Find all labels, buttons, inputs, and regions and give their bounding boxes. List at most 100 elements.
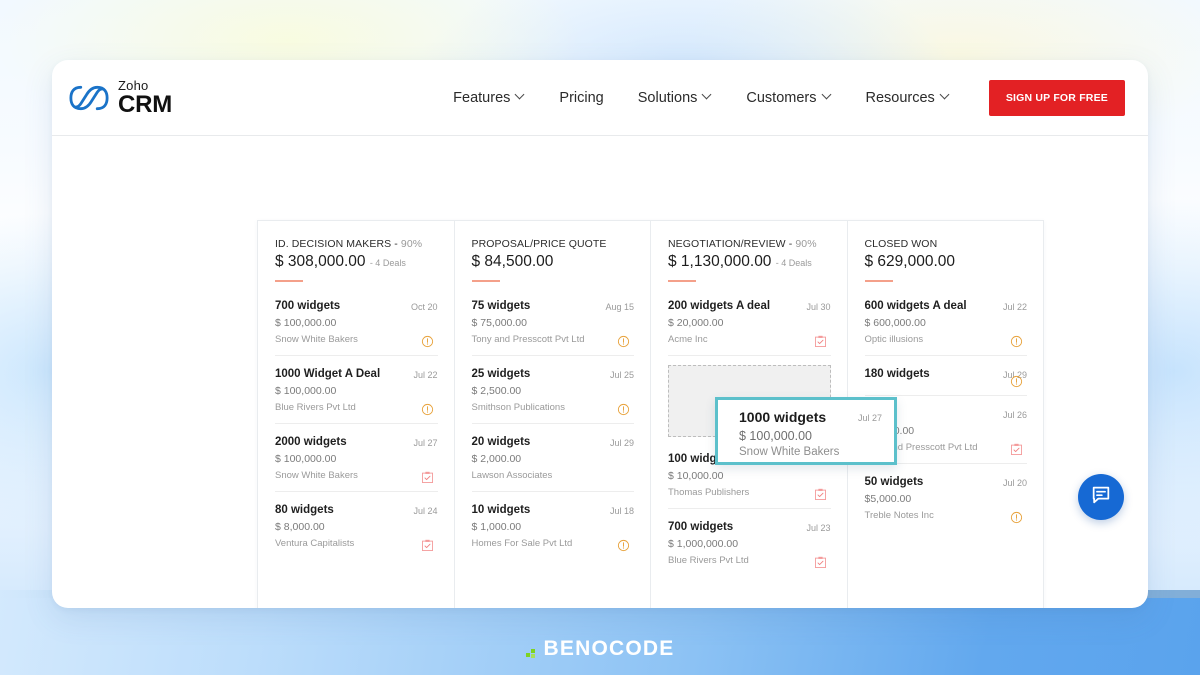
deal-account: Homes For Sale Pvt Ltd [471,538,573,549]
kanban-column-underline [275,280,303,282]
kanban-column-amount: $ 1,130,000.00 - 4 Deals [668,253,812,270]
nav-label: Customers [746,89,817,106]
alert-circle-icon [617,335,630,348]
kanban-board: ID. DECISION MAKERS - 90% $ 308,000.00 - … [257,220,1044,608]
kanban-column-amount: $ 84,500.00 [471,253,554,270]
signup-for-free-button[interactable]: SIGN UP FOR FREE [988,79,1125,116]
chat-bubble-icon [1090,484,1112,511]
deal-name: 180 widgets [864,368,930,380]
kanban-column-deals-count: - 4 Deals [775,258,812,268]
deal-account: Acme Inc [668,334,708,345]
alert-circle-icon [1010,335,1023,348]
deal-card[interactable]: 2000 widgets Jul 27 $ 100,000.00 Snow White… [275,424,438,492]
deal-account: Lawson Associates [471,470,553,481]
alert-circle-icon [617,403,630,416]
logo-zoho-text: Zoho [118,77,149,93]
deal-card[interactable]: 700 widgets Oct 20 $ 100,000.00 Snow White … [275,288,438,356]
deal-amount: $ 75,000.00 [471,317,527,329]
deal-amount: $ 100,000.00 [275,317,337,329]
nav-item-pricing[interactable]: Pricing [542,90,620,106]
deal-date: Jul 18 [609,506,634,516]
zoho-crm-logo[interactable]: Zoho CRM [69,79,172,117]
deal-date: Jul 24 [413,506,438,516]
deal-date: Jul 22 [1002,302,1027,312]
chevron-down-icon [703,91,712,100]
deal-account: Blue Rivers Pvt Ltd [275,402,356,413]
deal-card[interactable]: 20 widgets Jul 29 $ 2,000.00 Lawson Associa… [471,424,634,492]
task-clipboard-icon [814,335,827,348]
nav-label: Features [453,89,511,106]
deal-account: Thomas Publishers [668,487,750,498]
kanban-column-percent: 90% [795,238,817,250]
deal-card[interactable]: 50 widgets Jul 20 $5,000.00 Treble Notes In… [864,464,1027,531]
nav-item-customers[interactable]: Customers [729,90,848,106]
top-navigation-bar: Zoho CRM Features Pricing Solutions Cust… [52,60,1148,136]
deal-name: 20 widgets [471,436,531,448]
task-clipboard-icon [814,488,827,501]
kanban-column-underline [471,280,500,282]
deal-name: 1000 Widget A Deal [275,368,381,380]
deal-card[interactable]: 25 widgets Jul 25 $ 2,500.00 Smithson Publi… [471,356,634,424]
kanban-column-header: NEGOTIATION/REVIEW - 90% $ 1,130,000.00 -… [668,238,831,282]
deal-account: Optic illusions [864,334,924,345]
deal-account: Tony and Presscott Pvt Ltd [471,334,585,345]
deal-card[interactable]: 80 widgets Jul 24 $ 8,000.00 Ventura Capita… [275,492,438,559]
nav-item-features[interactable]: Features [436,90,542,106]
deal-account: Treble Notes Inc [864,510,934,521]
benocode-footer-logo: BENOCODE [0,637,1200,661]
deal-amount: $ 1,000,000.00 [668,538,739,550]
deal-account: Ventura Capitalists [275,538,355,549]
deal-amount: $5,000.00 [864,493,912,505]
dragged-deal-card[interactable]: 1000 widgets Jul 27 $ 100,000.00 Snow Wh… [715,397,897,465]
chat-support-button[interactable] [1078,474,1124,520]
kanban-column-header: CLOSED WON $ 629,000.00 [864,238,1028,282]
deal-name: 600 widgets A deal [864,300,967,312]
kanban-column-amount: $ 308,000.00 - 4 Deals [275,253,406,270]
kanban-column-title: PROPOSAL/PRICE QUOTE [471,238,607,250]
dragged-deal-date: Jul 27 [857,413,882,423]
deal-date: Aug 15 [605,302,634,312]
deal-date: Jul 29 [609,438,634,448]
nav-item-resources[interactable]: Resources [849,90,967,106]
deal-date: Jul 27 [413,438,438,448]
nav-item-solutions[interactable]: Solutions [621,90,730,106]
deal-card[interactable]: 1000 Widget A Deal Jul 22 $ 100,000.00 Blue… [275,356,438,424]
deal-date: Jul 26 [1002,410,1027,420]
kanban-column-header: PROPOSAL/PRICE QUOTE $ 84,500.00 [471,238,635,282]
task-clipboard-icon [1010,443,1023,456]
alert-circle-icon [617,539,630,552]
app-window: Zoho CRM Features Pricing Solutions Cust… [52,60,1148,608]
deal-card[interactable]: 180 widgets Jul 29 [864,356,1027,396]
kanban-column-amount: $ 629,000.00 [864,253,956,270]
benocode-wordmark: BENOCODE [543,637,675,660]
nav-label: Resources [865,89,935,106]
deal-date: Oct 20 [410,302,438,312]
deal-name: 200 widgets A deal [668,300,771,312]
deal-name: 75 widgets [471,300,531,312]
deal-account: Snow White Bakers [275,470,358,481]
kanban-column-underline [668,280,696,282]
chevron-down-icon [941,91,950,100]
deal-card[interactable]: 700 widgets Jul 23 $ 1,000,000.00 Blue Rive… [668,509,831,576]
deal-name: 50 widgets [864,476,924,488]
kanban-column-deals-count: - 4 Deals [369,258,406,268]
deal-date: Jul 20 [1002,478,1027,488]
deal-card[interactable]: 200 widgets A deal Jul 30 $ 20,000.00 Acme … [668,288,831,356]
alert-circle-icon [1010,511,1023,524]
deal-account: Blue Rivers Pvt Ltd [668,555,749,566]
nav-links: Features Pricing Solutions Customers Res… [436,79,1125,116]
alert-circle-icon [421,403,434,416]
kanban-column-header: ID. DECISION MAKERS - 90% $ 308,000.00 - … [275,238,438,282]
dragged-deal-account: Snow White Bakers [739,446,840,458]
dragged-deal-name: 1000 widgets [739,409,827,425]
deal-date: Jul 30 [806,302,831,312]
deal-name: 2000 widgets [275,436,347,448]
deal-name: 10 widgets [471,504,531,516]
alert-circle-icon [1010,375,1023,388]
kanban-column-title: CLOSED WON [864,238,938,250]
dragged-deal-amount: $ 100,000.00 [739,429,812,443]
kanban-column-percent: 90% [400,238,423,250]
deal-card[interactable]: 75 widgets Aug 15 $ 75,000.00 Tony and Pres… [471,288,634,356]
deal-card[interactable]: 10 widgets Jul 18 $ 1,000.00 Homes For Sale… [471,492,634,559]
deal-card[interactable]: 600 widgets A deal Jul 22 $ 600,000.00 Opti… [864,288,1027,356]
